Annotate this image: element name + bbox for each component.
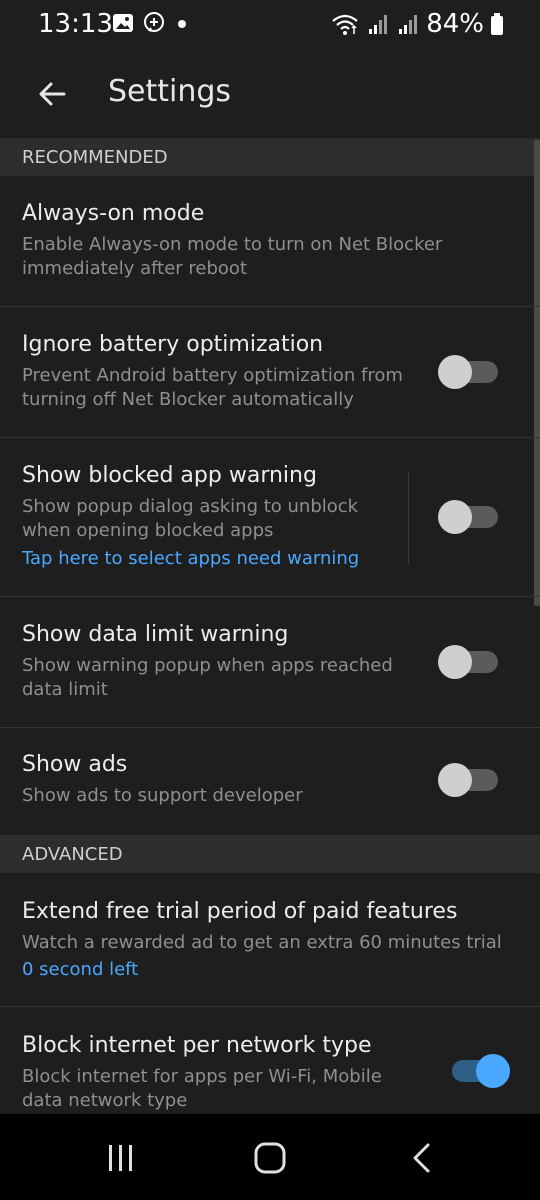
gallery-icon	[113, 14, 133, 32]
data-limit-warning-toggle[interactable]	[438, 645, 500, 681]
battery-toggle[interactable]	[438, 355, 500, 391]
home-icon	[254, 1142, 286, 1174]
pref-summary: Prevent Android battery optimization fro…	[22, 365, 403, 386]
settings-list[interactable]: RECOMMENDED Always-on mode Enable Always…	[0, 138, 540, 1114]
pref-summary: Show warning popup when apps reached	[22, 655, 393, 676]
trial-time-left: 0 second left	[22, 959, 139, 980]
pref-title: Always-on mode	[22, 201, 205, 226]
signal-icon	[399, 15, 418, 34]
pref-summary: data network type	[22, 1090, 188, 1111]
blocked-app-warning-toggle[interactable]	[438, 500, 500, 536]
pref-summary: Show popup dialog asking to unblock	[22, 496, 359, 517]
toggle-thumb	[438, 763, 472, 797]
section-header-recommended: RECOMMENDED	[0, 138, 540, 176]
pref-title: Block internet per network type	[22, 1033, 372, 1058]
back-icon	[413, 1143, 430, 1173]
pref-title: Extend free trial period of paid feature…	[22, 899, 458, 924]
status-bar: 13:13 84%	[0, 0, 540, 50]
arrow-left-icon	[39, 82, 66, 106]
page-title: Settings	[108, 74, 232, 109]
pref-title: Show blocked app warning	[22, 463, 317, 488]
pref-summary: Enable Always-on mode to turn on Net Blo…	[22, 234, 443, 255]
pref-summary: when opening blocked apps	[22, 520, 274, 541]
nav-back-button[interactable]	[400, 1136, 444, 1180]
pref-ignore-battery-optimization[interactable]: Ignore battery optimization Prevent Andr…	[0, 307, 540, 438]
pref-summary: data limit	[22, 679, 108, 700]
app-bar: Settings	[0, 50, 540, 138]
system-nav-bar	[0, 1114, 540, 1200]
status-notification-icons	[112, 11, 190, 35]
status-system-icons: 84%	[330, 9, 504, 39]
recents-icon	[109, 1145, 132, 1171]
pref-show-data-limit-warning[interactable]: Show data limit warning Show warning pop…	[0, 597, 540, 728]
select-apps-link[interactable]: Tap here to select apps need warning	[22, 548, 359, 569]
battery-icon	[491, 13, 503, 35]
wifi-icon	[332, 14, 358, 35]
toggle-thumb	[438, 355, 472, 389]
pref-summary: Block internet for apps per Wi-Fi, Mobil…	[22, 1066, 382, 1087]
pref-always-on-mode[interactable]: Always-on mode Enable Always-on mode to …	[0, 176, 540, 307]
pref-summary: Show ads to support developer	[22, 785, 303, 806]
recents-button[interactable]	[98, 1136, 142, 1180]
pref-title: Show data limit warning	[22, 622, 289, 647]
messenger-icon	[144, 12, 164, 32]
pref-title: Show ads	[22, 752, 128, 777]
back-button[interactable]	[30, 72, 74, 116]
pref-block-internet-per-network-type[interactable]: Block internet per network type Block in…	[0, 1007, 540, 1114]
dot-icon	[178, 20, 186, 28]
battery-percent: 84%	[426, 9, 484, 39]
section-header-advanced: ADVANCED	[0, 835, 540, 873]
pref-extend-free-trial[interactable]: Extend free trial period of paid feature…	[0, 873, 540, 1007]
pref-title: Ignore battery optimization	[22, 332, 324, 357]
pref-summary: Watch a rewarded ad to get an extra 60 m…	[22, 932, 502, 953]
status-time: 13:13	[38, 9, 113, 39]
toggle-thumb	[438, 645, 472, 679]
show-ads-toggle[interactable]	[438, 763, 500, 799]
home-button[interactable]	[248, 1136, 292, 1180]
signal-icon	[369, 15, 388, 34]
divider	[408, 472, 409, 564]
pref-summary: immediately after reboot	[22, 258, 247, 279]
toggle-thumb	[438, 500, 472, 534]
toggle-thumb	[476, 1054, 510, 1088]
pref-show-ads[interactable]: Show ads Show ads to support developer	[0, 728, 540, 835]
pref-show-blocked-app-warning[interactable]: Show blocked app warning Show popup dial…	[0, 438, 540, 597]
block-per-network-toggle[interactable]	[450, 1054, 512, 1090]
pref-summary: turning off Net Blocker automatically	[22, 389, 354, 410]
